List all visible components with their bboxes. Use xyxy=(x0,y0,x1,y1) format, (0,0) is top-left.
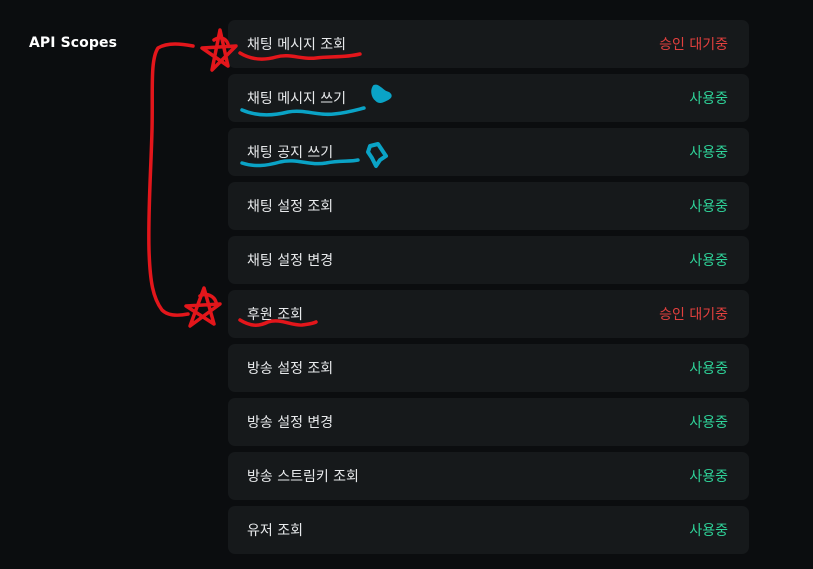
scope-row-broadcast-settings-read: 방송 설정 조회 사용중 xyxy=(228,344,749,392)
scope-name: 채팅 메시지 쓰기 xyxy=(247,91,347,107)
scope-row-user-read: 유저 조회 사용중 xyxy=(228,506,749,554)
scope-status-badge: 사용중 xyxy=(689,361,728,377)
section-title: API Scopes xyxy=(29,35,118,51)
scope-row-broadcast-streamkey-read: 방송 스트림키 조회 사용중 xyxy=(228,452,749,500)
api-scopes-page: API Scopes 채팅 메시지 조회 승인 대기중 채팅 메시지 쓰기 사용… xyxy=(0,0,813,569)
scope-row-donation-read: 후원 조회 승인 대기중 xyxy=(228,290,749,338)
scope-row-chat-settings-read: 채팅 설정 조회 사용중 xyxy=(228,182,749,230)
red-bracket-annotation xyxy=(147,42,195,317)
scope-row-chat-message-read: 채팅 메시지 조회 승인 대기중 xyxy=(228,20,749,68)
scope-name: 채팅 공지 쓰기 xyxy=(247,145,334,161)
scope-row-chat-notice-write: 채팅 공지 쓰기 사용중 xyxy=(228,128,749,176)
scope-status-badge: 사용중 xyxy=(689,145,728,161)
scope-status-badge: 사용중 xyxy=(689,415,728,431)
scope-status-badge: 승인 대기중 xyxy=(659,307,728,323)
scope-status-badge: 승인 대기중 xyxy=(659,37,728,53)
scope-status-badge: 사용중 xyxy=(689,199,728,215)
scope-name: 방송 설정 변경 xyxy=(247,415,334,431)
scope-name: 유저 조회 xyxy=(247,523,303,539)
scope-status-badge: 사용중 xyxy=(689,523,728,539)
scope-name: 채팅 설정 조회 xyxy=(247,199,334,215)
scope-name: 후원 조회 xyxy=(247,307,303,323)
scope-name: 방송 설정 조회 xyxy=(247,361,334,377)
scope-status-badge: 사용중 xyxy=(689,91,728,107)
red-star-icon xyxy=(184,286,222,328)
scope-name: 방송 스트림키 조회 xyxy=(247,469,359,485)
scope-status-badge: 사용중 xyxy=(689,469,728,485)
scope-list: 채팅 메시지 조회 승인 대기중 채팅 메시지 쓰기 사용중 채팅 공지 쓰기 … xyxy=(228,20,749,560)
scope-row-chat-settings-write: 채팅 설정 변경 사용중 xyxy=(228,236,749,284)
scope-row-broadcast-settings-write: 방송 설정 변경 사용중 xyxy=(228,398,749,446)
scope-name: 채팅 설정 변경 xyxy=(247,253,334,269)
scope-status-badge: 사용중 xyxy=(689,253,728,269)
scope-row-chat-message-write: 채팅 메시지 쓰기 사용중 xyxy=(228,74,749,122)
scope-name: 채팅 메시지 조회 xyxy=(247,37,347,53)
